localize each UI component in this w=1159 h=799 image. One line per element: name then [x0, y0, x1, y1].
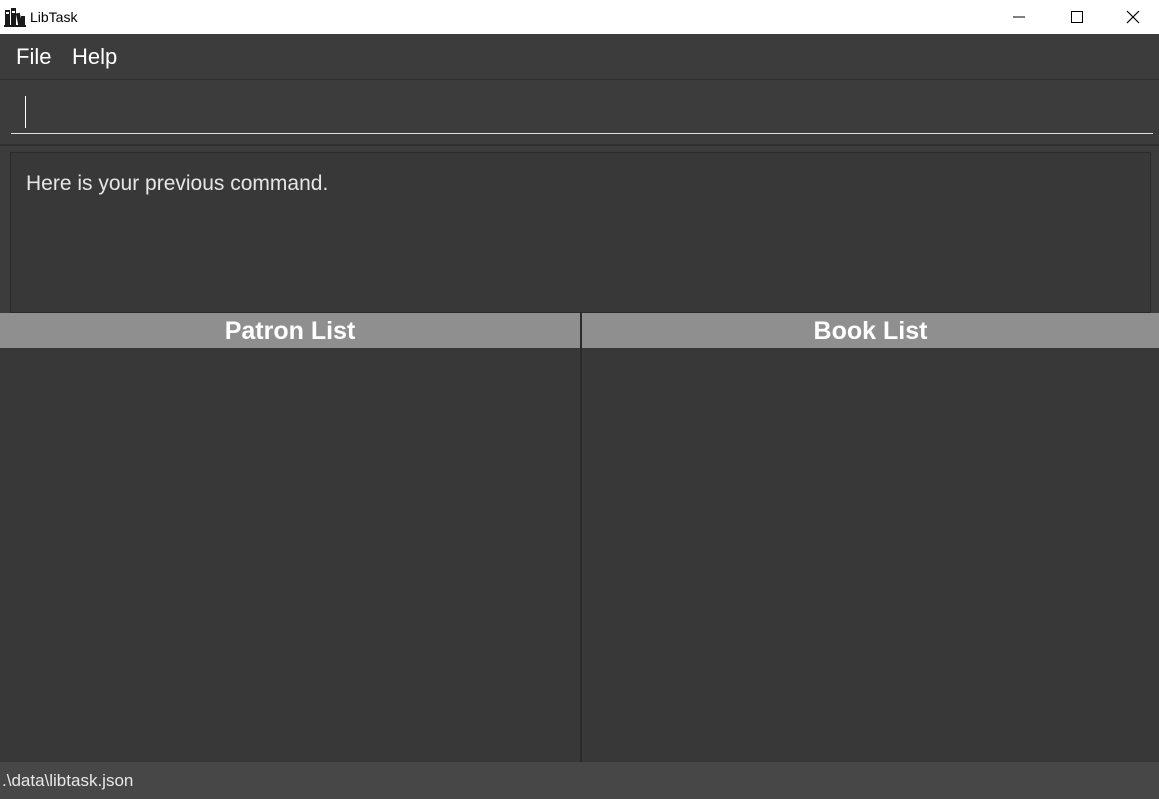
- menu-help[interactable]: Help: [72, 43, 117, 71]
- close-button[interactable]: [1106, 0, 1159, 34]
- result-display[interactable]: Here is your previous command.: [10, 152, 1151, 313]
- menu-file[interactable]: File: [16, 43, 51, 71]
- window-title: LibTask: [30, 9, 78, 25]
- status-file-path: .\data\libtask.json: [2, 771, 134, 790]
- patron-list-header: Patron List: [0, 313, 580, 348]
- maximize-button[interactable]: [1048, 0, 1106, 34]
- text-caret: [25, 96, 26, 128]
- result-message: Here is your previous command.: [26, 172, 329, 195]
- status-bar: .\data\libtask.json: [0, 762, 1159, 799]
- maximize-icon: [1071, 11, 1083, 23]
- close-icon: [1126, 10, 1140, 24]
- command-box-container: [0, 80, 1159, 146]
- title-bar: LibTask: [0, 0, 1159, 34]
- menu-bar: File Help: [0, 34, 1159, 80]
- result-display-container: Here is your previous command.: [0, 146, 1159, 313]
- book-list-header: Book List: [582, 313, 1159, 348]
- books-icon: [4, 7, 26, 27]
- book-list-panel: Book List: [582, 313, 1159, 762]
- patron-list-panel: Patron List: [0, 313, 580, 762]
- minimize-icon: [1013, 11, 1025, 23]
- patron-list-view[interactable]: [0, 348, 580, 762]
- command-input[interactable]: [11, 90, 1153, 134]
- book-list-view[interactable]: [582, 348, 1159, 762]
- minimize-button[interactable]: [990, 0, 1048, 34]
- app-window: LibTask File Help Here is your previous …: [0, 0, 1159, 799]
